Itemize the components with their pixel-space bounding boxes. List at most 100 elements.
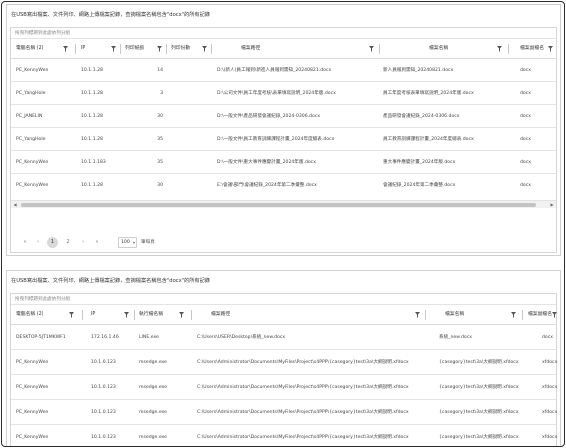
- cell-ip: 10.1.0.123: [91, 360, 116, 365]
- cell-computer-name: PC_YangHole: [16, 91, 46, 96]
- table-row[interactable]: PC_KennyWen 10.1.1.28 14 D:\(新人)員工報到\新進人…: [11, 59, 556, 82]
- filter-icon[interactable]: [369, 46, 374, 52]
- cell-file-path: C:\Users\USER\Desktop\系統_new.docx: [197, 335, 286, 340]
- filter-icon[interactable]: [111, 46, 116, 52]
- cell-file-name: 員工教育訓練課程計畫_2024年度總表.docx: [383, 137, 474, 142]
- table-row[interactable]: PC_KennyWen 10.1.1.183 35 D:\一般文件\重大事件應變…: [11, 151, 556, 174]
- cell-print-pages: 3: [160, 91, 163, 96]
- app-window: 在USB寫出檔案、文件列印、網路上傳檔案記錄，查詢檔案名稱包含"docx"的所有…: [1, 1, 565, 447]
- col-header-file-path[interactable]: 檔案路徑: [211, 305, 230, 325]
- column-divider[interactable]: [425, 310, 426, 320]
- cell-ip: 10.1.0.123: [91, 385, 116, 390]
- col-header-ip[interactable]: IP: [91, 305, 95, 325]
- cell-computer-name: PC_KennyWen: [16, 410, 49, 415]
- table-row[interactable]: PC_KennyWen 10.1.0.123 msedge.exe C:\Use…: [11, 400, 558, 425]
- table-row[interactable]: PC_KennyWen 10.1.0.123 msedge.exe C:\Use…: [11, 350, 557, 375]
- cell-file-name: 系統_new.docx: [439, 335, 472, 340]
- horizontal-scrollbar[interactable]: ◀ ▶: [11, 200, 556, 208]
- cell-computer-name: PC_KennyWen: [16, 68, 49, 73]
- col-header-file-name[interactable]: 檔案名稱: [445, 305, 464, 325]
- col-header-file-extension[interactable]: 檔案副檔名: [528, 305, 552, 325]
- arrow-right-icon[interactable]: ▶: [548, 201, 556, 209]
- table-row[interactable]: DESKTOP-5JT1MKWF1 172.16.1.46 LINE.exe C…: [11, 325, 556, 350]
- col-header-executable-name[interactable]: 執行檔名稱: [139, 305, 163, 325]
- cell-file-extension: docx: [520, 137, 531, 142]
- col-header-file-name[interactable]: 檔案名稱: [429, 39, 448, 59]
- scrollbar-thumb[interactable]: [21, 203, 536, 207]
- cell-executable-name: msedge.exe: [139, 385, 167, 390]
- cell-ip: 10.1.1.28: [81, 183, 103, 188]
- table-row[interactable]: PC_KennyWen 10.1.1.28 30 E:\會議\部門\會議紀錄_2…: [11, 174, 556, 197]
- page-size-select[interactable]: 100 ▾: [118, 237, 137, 248]
- column-divider[interactable]: [134, 310, 135, 320]
- filter-icon[interactable]: [415, 312, 420, 318]
- table-row[interactable]: PC_KennyWen 10.1.0.123 msedge.exe C:\Use…: [11, 425, 558, 446]
- first-page-button[interactable]: «: [21, 237, 29, 248]
- filter-icon[interactable]: [124, 312, 129, 318]
- report-panel-usb-print-upload: 在USB寫出檔案、文件列印、網路上傳檔案記錄，查詢檔案名稱包含"docx"的所有…: [6, 4, 561, 256]
- column-divider[interactable]: [508, 44, 509, 54]
- panel-title: 在USB寫出檔案、文件列印、網路上傳檔案記錄，查詢檔案名稱包含"docx"的所有…: [11, 12, 210, 18]
- report-panel-executable-files: 在USB寫出檔案、文件列印、網路上傳檔案記錄，查詢檔案名稱包含"docx"的所有…: [6, 270, 561, 446]
- cell-ip: 10.1.0.123: [91, 410, 116, 415]
- cell-file-path: C:\Users\Administrator\Documents\MyFiles…: [197, 410, 409, 415]
- cell-file-name: {casegory}test\3a\大綱說明.xfdocx: [439, 410, 519, 415]
- col-header-print-copies[interactable]: 列印份數: [171, 39, 190, 59]
- table-row[interactable]: PC_KennyWen 10.1.0.123 msedge.exe C:\Use…: [11, 375, 557, 400]
- cell-computer-name: PC_KennyWen: [16, 435, 49, 440]
- cell-file-extension: xfdocx: [542, 435, 558, 440]
- table-row[interactable]: PC_JANELIN 10.1.1.28 30 D:\一般文件\產品研發會議紀錄…: [11, 105, 556, 128]
- cell-file-path: D:\一般文件\產品研發會議紀錄_2024-0306.docx: [217, 114, 321, 119]
- column-divider[interactable]: [379, 44, 380, 54]
- column-divider[interactable]: [191, 310, 192, 320]
- page-size-label: 筆每頁: [141, 240, 155, 245]
- cell-executable-name: msedge.exe: [139, 410, 167, 415]
- col-header-computer-name[interactable]: 電腦名稱 (2): [16, 305, 44, 325]
- cell-file-name: {casegory}test\3a\大綱說明.xfdocx: [439, 385, 519, 390]
- cell-executable-name: msedge.exe: [139, 360, 167, 365]
- cell-ip: 10.1.1.28: [81, 91, 103, 96]
- filter-icon[interactable]: [552, 312, 557, 318]
- filter-icon[interactable]: [69, 312, 74, 318]
- cell-file-name: 員工年度考核表單填寫說明_2024年版.docx: [383, 91, 474, 96]
- prev-page-button[interactable]: ‹: [34, 237, 42, 248]
- arrow-left-icon[interactable]: ◀: [11, 201, 19, 209]
- filter-icon[interactable]: [63, 46, 68, 52]
- grid-header: 電腦名稱 (2) IP 執行檔名稱 檔案路徑 檔案名稱 檔案副檔名: [11, 305, 557, 325]
- table-row[interactable]: PC_YangHole 10.1.1.28 35 D:\一般文件\員工教育訓練課…: [11, 128, 556, 151]
- filter-icon[interactable]: [497, 46, 502, 52]
- filter-icon[interactable]: [548, 46, 553, 52]
- filter-icon[interactable]: [202, 46, 207, 52]
- cell-print-pages: 14: [157, 68, 163, 73]
- cell-ip: 10.1.0.123: [91, 435, 116, 440]
- group-drop-zone[interactable]: 拖曳列標題到此處依列分組: [11, 28, 556, 39]
- cell-ip: 10.1.1.28: [81, 114, 103, 119]
- filter-icon[interactable]: [157, 46, 162, 52]
- col-header-file-path[interactable]: 檔案路徑: [241, 39, 260, 59]
- col-header-ip[interactable]: IP: [81, 39, 85, 59]
- cell-file-path: C:\Users\Administrator\Documents\MyFiles…: [197, 385, 409, 390]
- cell-file-name: {casegory}test\3a\大綱說明.xfdocx: [439, 360, 519, 365]
- cell-file-extension: docx: [520, 68, 531, 73]
- column-divider[interactable]: [211, 44, 212, 54]
- cell-file-extension: xfdocx: [542, 410, 558, 415]
- col-header-print-pages[interactable]: 列印紙張: [125, 39, 144, 59]
- column-divider[interactable]: [82, 310, 83, 320]
- column-divider[interactable]: [75, 44, 76, 54]
- cell-executable-name: LINE.exe: [139, 335, 159, 340]
- page-2-button[interactable]: 2: [64, 237, 72, 248]
- table-row[interactable]: PC_YangHole 10.1.1.28 3 D:\公司文件\員工年度考核\表…: [11, 82, 556, 105]
- last-page-button[interactable]: »: [93, 237, 101, 248]
- filter-icon[interactable]: [179, 312, 184, 318]
- column-divider[interactable]: [522, 310, 523, 320]
- filter-icon[interactable]: [511, 312, 516, 318]
- column-divider[interactable]: [166, 44, 167, 54]
- col-header-file-extension[interactable]: 檔案副檔名: [520, 39, 544, 59]
- column-divider[interactable]: [120, 44, 121, 54]
- cell-file-name: 會議紀錄_2024年第二季彙整.docx: [383, 183, 456, 188]
- group-drop-zone[interactable]: 拖曳列標題到此處依列分組: [11, 294, 556, 305]
- page-size-value: 100: [121, 240, 130, 245]
- next-page-button[interactable]: ›: [79, 237, 87, 248]
- col-header-computer-name[interactable]: 電腦名稱 (2): [16, 39, 44, 59]
- page-1-button[interactable]: 1: [47, 237, 58, 248]
